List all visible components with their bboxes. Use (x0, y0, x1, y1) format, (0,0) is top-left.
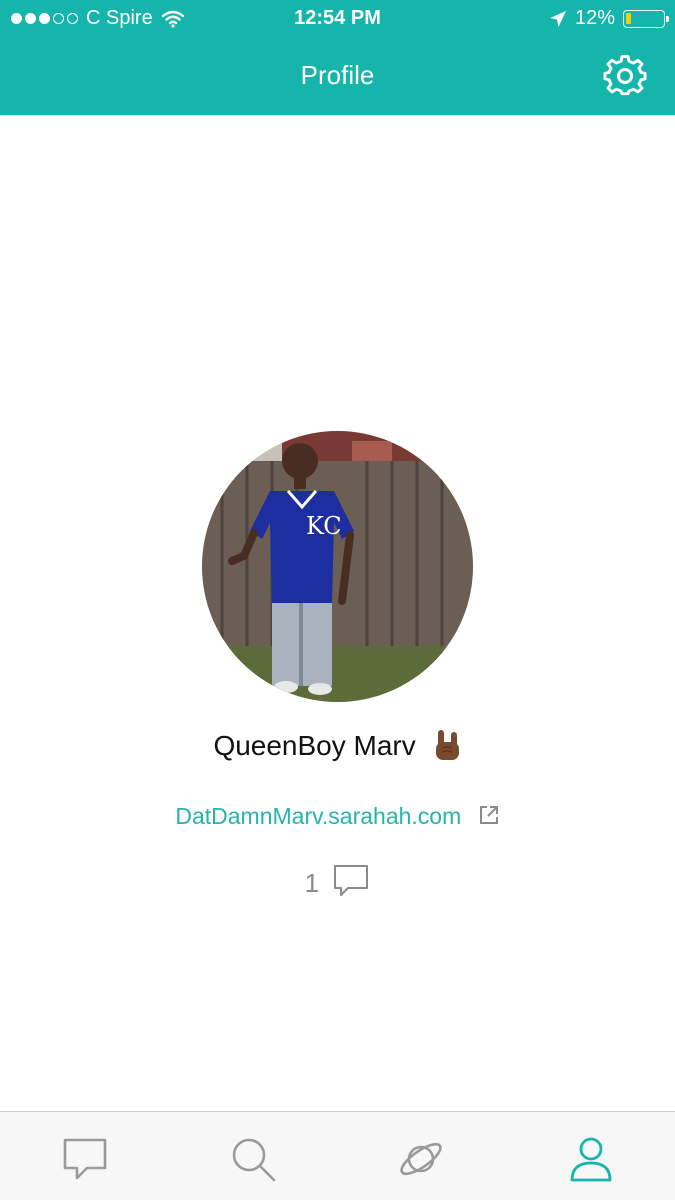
avatar-photo: KC (202, 431, 473, 702)
search-icon (232, 1138, 276, 1182)
sign-of-the-horns-emoji (435, 729, 459, 760)
status-bar: C Spire 12:54 PM 12% (0, 0, 675, 38)
tab-explore[interactable] (396, 1134, 446, 1184)
user-icon (570, 1137, 612, 1182)
gear-icon (603, 55, 647, 96)
svg-text:KC: KC (306, 512, 342, 540)
message-count: 1 (0, 865, 675, 899)
profile-avatar: KC (202, 431, 473, 702)
chat-bubble-icon (63, 1138, 107, 1180)
profile-name-text: QueenBoy Marv (213, 730, 416, 761)
profile-link[interactable]: DatDamnMarv.sarahah.com (0, 803, 675, 830)
message-count-value: 1 (304, 868, 320, 898)
tab-messages[interactable] (60, 1134, 110, 1184)
battery-percent: 12% (574, 7, 615, 29)
page-title: Profile (300, 60, 375, 90)
app-header: C Spire 12:54 PM 12% Profile (0, 0, 675, 115)
location-arrow-icon (549, 10, 566, 27)
tab-bar (0, 1111, 675, 1200)
status-right: 12% (549, 7, 669, 30)
profile-name: QueenBoy Marv (0, 729, 675, 762)
planet-icon (400, 1142, 442, 1176)
battery-icon (623, 9, 669, 28)
external-link-icon (479, 805, 498, 824)
settings-button[interactable] (603, 54, 647, 98)
message-bubble-icon (334, 865, 369, 897)
tab-profile[interactable] (566, 1134, 616, 1184)
tab-search[interactable] (228, 1134, 278, 1184)
profile-link-text[interactable]: DatDamnMarv.sarahah.com (175, 803, 461, 829)
